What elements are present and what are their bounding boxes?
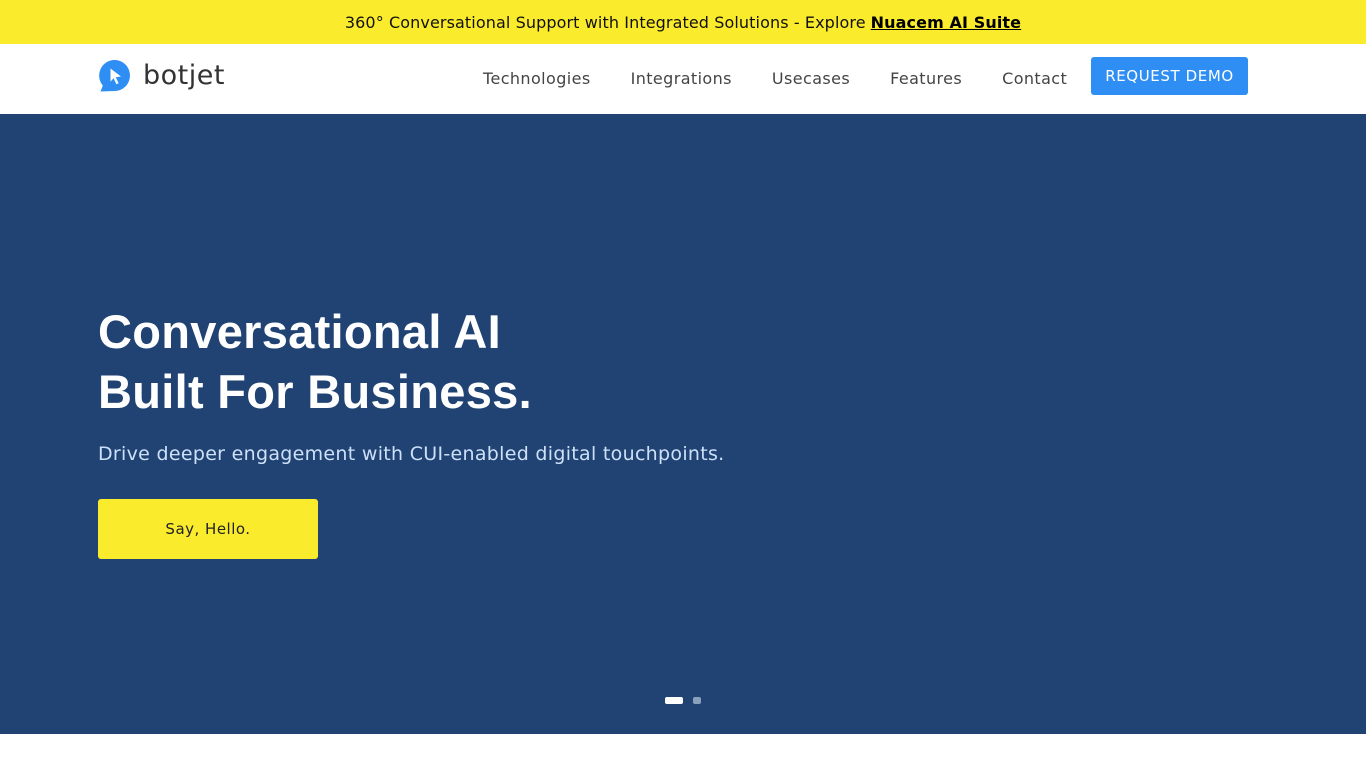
request-demo-button[interactable]: REQUEST DEMO xyxy=(1091,57,1248,95)
chat-bubble-cursor-icon xyxy=(99,60,130,92)
hero-title-line-2: Built For Business. xyxy=(98,365,532,418)
carousel-dot-2[interactable] xyxy=(693,696,701,704)
carousel-dots xyxy=(665,696,711,704)
say-hello-button[interactable]: Say, Hello. xyxy=(98,499,318,559)
nav-link-contact[interactable]: Contact xyxy=(982,68,1087,90)
below-hero-section xyxy=(0,734,1366,768)
main-nav: Technologies Integrations Usecases Featu… xyxy=(463,68,1087,90)
nuacem-ai-suite-link[interactable]: Nuacem AI Suite xyxy=(871,13,1021,32)
site-header: botjet Technologies Integrations Usecase… xyxy=(0,44,1366,114)
nav-link-usecases[interactable]: Usecases xyxy=(752,68,870,90)
nav-link-technologies[interactable]: Technologies xyxy=(463,68,611,90)
hero-title: Conversational AI Built For Business. xyxy=(98,302,532,422)
carousel-dot-1-active[interactable] xyxy=(665,696,683,704)
hero-subtitle: Drive deeper engagement with CUI-enabled… xyxy=(98,443,725,465)
botjet-logo[interactable]: botjet xyxy=(98,59,225,93)
nav-link-integrations[interactable]: Integrations xyxy=(611,68,752,90)
nav-link-features[interactable]: Features xyxy=(870,68,982,90)
hero-title-line-1: Conversational AI xyxy=(98,305,501,358)
announcement-bar: 360° Conversational Support with Integra… xyxy=(0,0,1366,44)
logo-wordmark: botjet xyxy=(143,60,225,91)
hero-banner: Conversational AI Built For Business. Dr… xyxy=(0,114,1366,734)
announcement-text: 360° Conversational Support with Integra… xyxy=(344,12,866,32)
